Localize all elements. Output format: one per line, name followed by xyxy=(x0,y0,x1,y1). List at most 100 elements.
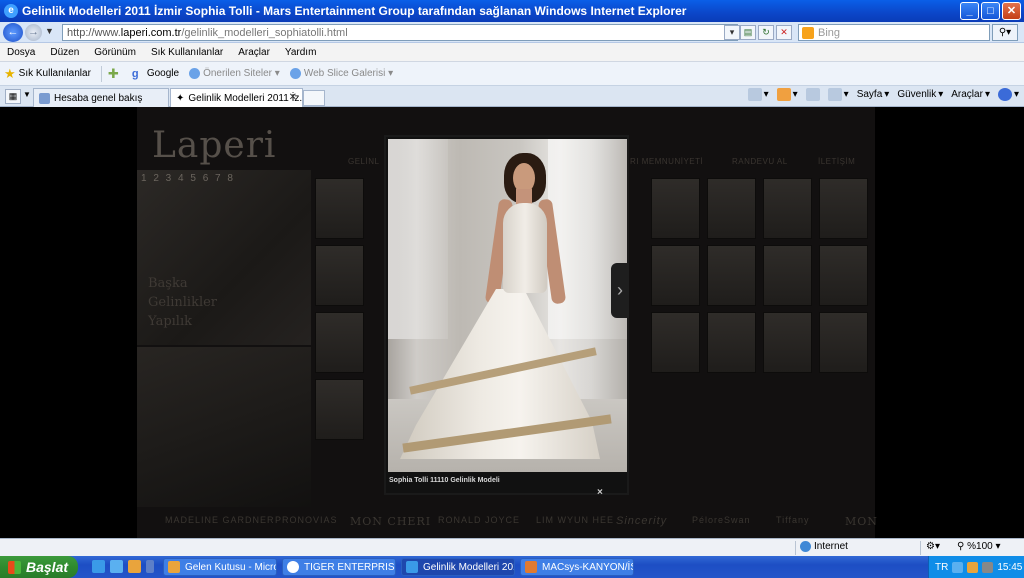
suggested-sites-link[interactable]: Önerilen Siteler ▾ xyxy=(189,68,280,79)
brand-logo[interactable]: MADELINE GARDNER xyxy=(165,515,275,525)
tray-icon[interactable] xyxy=(952,561,964,573)
dress-thumbnail[interactable] xyxy=(707,312,756,373)
maximize-button[interactable]: □ xyxy=(981,2,1000,20)
brand-logo[interactable]: PéloreSwan xyxy=(692,515,751,525)
menu-view[interactable]: Görünüm xyxy=(94,47,136,58)
outlook-quicklaunch-icon[interactable] xyxy=(128,560,141,573)
window-titlebar[interactable]: e Gelinlik Modelleri 2011 İzmir Sophia T… xyxy=(0,0,1024,22)
zoom-button[interactable]: ⚲ %100 ▾ xyxy=(957,541,1001,552)
dress-thumbnail[interactable] xyxy=(707,178,756,239)
web-slice-gallery-link[interactable]: Web Slice Galerisi ▾ xyxy=(289,68,393,79)
dress-thumbnail[interactable] xyxy=(315,178,364,239)
ie-small-icon xyxy=(189,68,201,79)
dress-thumbnail[interactable] xyxy=(819,245,868,306)
dress-thumbnail[interactable] xyxy=(315,379,364,440)
favorites-button[interactable]: ★ Sık Kullanılanlar xyxy=(4,66,91,82)
zone-label: Internet xyxy=(814,541,848,552)
lightbox-close-button[interactable]: × xyxy=(597,487,603,498)
brand-logo[interactable]: Sincerity xyxy=(616,515,667,527)
protected-mode-icon[interactable]: ⚙▾ xyxy=(926,541,940,552)
left-bottom-photo[interactable] xyxy=(137,347,311,507)
feature-line: Gelinlikler xyxy=(148,295,218,310)
dress-thumbnail[interactable] xyxy=(819,178,868,239)
lightbox-next-button[interactable]: › xyxy=(611,263,629,318)
dress-thumbnail[interactable] xyxy=(651,178,700,239)
brand-logo[interactable]: Tiffany xyxy=(776,515,810,525)
dress-thumbnail[interactable] xyxy=(819,312,868,373)
menu-file[interactable]: Dosya xyxy=(7,47,35,58)
start-button[interactable]: Başlat xyxy=(0,556,78,578)
zoom-label: %100 xyxy=(967,541,993,552)
close-tab-icon[interactable]: ✕ xyxy=(289,92,297,103)
google-link[interactable]: g Google xyxy=(132,68,179,80)
help-button[interactable]: ▾ xyxy=(997,88,1019,101)
brand-logo[interactable]: MON CHERI xyxy=(350,515,431,528)
site-nav-memnuniyet[interactable]: RI MEMNUNİYETİ xyxy=(630,157,703,166)
dress-thumbnail[interactable] xyxy=(651,312,700,373)
page-menu-button[interactable]: Sayfa ▾ xyxy=(857,89,890,100)
safety-menu-button[interactable]: Güvenlik ▾ xyxy=(897,89,943,100)
dress-photo[interactable] xyxy=(388,139,627,472)
tab-list-dropdown-icon[interactable]: ▼ xyxy=(23,90,31,99)
minimize-button[interactable]: _ xyxy=(960,2,979,20)
site-logo[interactable]: Laperi xyxy=(152,125,276,166)
tab-account-overview[interactable]: Hesaba genel bakış xyxy=(33,88,169,107)
tab-gelinlik[interactable]: ✦ Gelinlik Modelleri 2011 İz... ✕ xyxy=(170,88,303,107)
dress-thumbnail[interactable] xyxy=(315,245,364,306)
dress-thumbnail[interactable] xyxy=(763,312,812,373)
dress-thumbnail[interactable] xyxy=(315,312,364,373)
slide-numbers[interactable]: 1 2 3 4 5 6 7 8 xyxy=(141,173,235,184)
menu-help[interactable]: Yardım xyxy=(285,47,317,58)
stop-icon[interactable]: ✕ xyxy=(776,25,792,40)
menu-edit[interactable]: Düzen xyxy=(50,47,79,58)
address-dropdown-icon[interactable]: ▾ xyxy=(724,25,740,40)
history-dropdown-icon[interactable]: ▼ xyxy=(45,26,54,36)
compatibility-view-icon[interactable]: ▤ xyxy=(740,25,756,40)
taskbar-item-ie[interactable]: Gelinlik Modelleri 2011... xyxy=(401,558,515,576)
menu-tools[interactable]: Araçlar xyxy=(238,47,270,58)
taskbar-item-macsys[interactable]: MACsys-KANYON/İST... xyxy=(520,558,634,576)
tab-label: Gelinlik Modelleri 2011 İz... xyxy=(188,92,303,104)
brand-logo[interactable]: LIM WYUN HEE xyxy=(536,515,614,525)
brand-logo[interactable]: PRONOVIAS xyxy=(275,515,338,525)
print-button[interactable]: ▾ xyxy=(827,88,849,101)
tab-label: Hesaba genel bakış xyxy=(54,92,143,104)
menu-favorites[interactable]: Sık Kullanılanlar xyxy=(151,47,223,58)
ie-quicklaunch-icon[interactable] xyxy=(92,560,105,573)
clock[interactable]: 15:45 xyxy=(997,562,1022,573)
dress-thumbnail[interactable] xyxy=(763,178,812,239)
search-button[interactable]: ⚲▾ xyxy=(992,24,1018,41)
taskbar-item-outlook[interactable]: Gelen Kutusu - Micros... xyxy=(163,558,277,576)
forward-button[interactable]: → xyxy=(25,24,42,41)
language-indicator[interactable]: TR xyxy=(935,562,948,573)
tray-icon[interactable] xyxy=(982,561,994,573)
tray-icon[interactable] xyxy=(967,561,979,573)
site-nav-randevu[interactable]: RANDEVU AL xyxy=(732,157,788,166)
site-nav-gelinlik[interactable]: GELİNL xyxy=(348,157,379,166)
back-button[interactable]: ← xyxy=(3,23,23,42)
taskbar-item-label: Gelinlik Modelleri 2011... xyxy=(423,561,514,573)
feeds-button[interactable]: ▾ xyxy=(776,88,798,101)
home-button[interactable]: ▾ xyxy=(747,88,769,101)
refresh-icon[interactable]: ↻ xyxy=(758,25,774,40)
brand-logo[interactable]: RONALD JOYCE xyxy=(438,515,520,525)
read-mail-button[interactable] xyxy=(805,88,820,101)
dress-thumbnail[interactable] xyxy=(763,245,812,306)
address-input[interactable]: http://www. laperi.com.tr/gelinlik_modell… xyxy=(62,24,738,41)
add-favorite-button[interactable]: ✚ xyxy=(108,66,122,82)
quick-tabs-icon[interactable]: ▦ xyxy=(5,89,21,104)
quicklaunch-more-icon[interactable] xyxy=(146,560,154,573)
search-input[interactable]: Bing xyxy=(798,24,990,41)
address-path: /gelinlik_modelleri_sophiatolli.html xyxy=(181,26,348,39)
brand-logo[interactable]: MON xyxy=(845,515,878,528)
desktop-quicklaunch-icon[interactable] xyxy=(110,560,123,573)
dress-thumbnail[interactable] xyxy=(707,245,756,306)
security-zone[interactable]: Internet xyxy=(800,541,848,552)
new-tab-button[interactable] xyxy=(303,90,325,106)
taskbar-item-label: Gelen Kutusu - Micros... xyxy=(185,561,276,573)
dress-thumbnail[interactable] xyxy=(651,245,700,306)
site-nav-iletisim[interactable]: İLETİŞİM xyxy=(818,157,855,166)
close-window-button[interactable]: ✕ xyxy=(1002,2,1021,20)
tools-menu-button[interactable]: Araçlar ▾ xyxy=(951,89,990,100)
taskbar-item-tiger[interactable]: TIGER ENTERPRISE xyxy=(282,558,396,576)
